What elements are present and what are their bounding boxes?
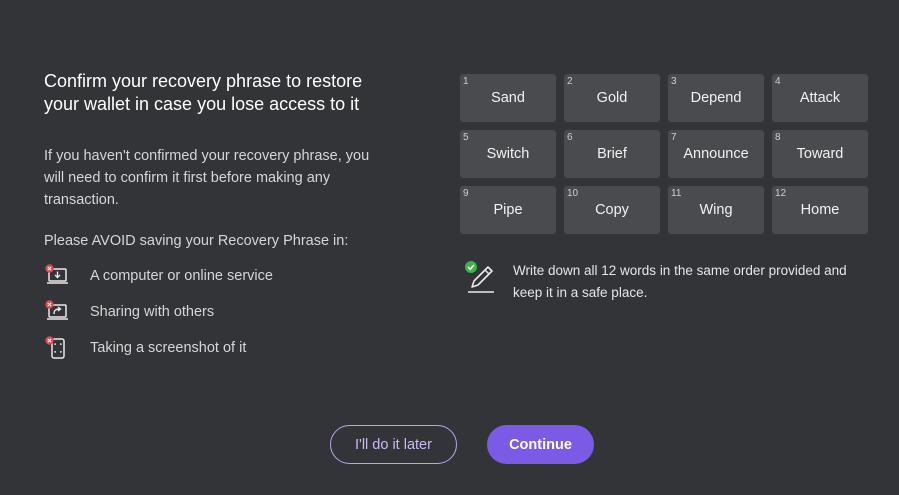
- page-title-line2: your wallet in case you lose access to i…: [44, 94, 360, 114]
- word-tile: 3 Depend: [668, 74, 764, 122]
- avoid-item-label: A computer or online service: [90, 268, 273, 284]
- word-tile: 4 Attack: [772, 74, 868, 122]
- word-tile: 7 Announce: [668, 130, 764, 178]
- word-text: Attack: [799, 90, 841, 106]
- word-text: Pipe: [493, 202, 523, 218]
- page-title-line1: Confirm your recovery phrase to restore: [44, 71, 363, 91]
- word-text: Toward: [796, 146, 844, 162]
- word-tile: 10 Copy: [564, 186, 660, 234]
- avoid-list: A computer or online service Sharing wit…: [44, 258, 414, 366]
- description-line3: transaction.: [44, 192, 119, 208]
- avoid-item-label: Taking a screenshot of it: [90, 340, 247, 356]
- word-number: 9: [463, 188, 469, 199]
- word-tile: 9 Pipe: [460, 186, 556, 234]
- computer-download-icon: [44, 263, 70, 289]
- word-number: 8: [775, 132, 781, 143]
- description: If you haven't confirmed your recovery p…: [44, 145, 414, 211]
- word-number: 1: [463, 76, 469, 87]
- word-text: Gold: [596, 90, 628, 106]
- share-icon: [44, 299, 70, 325]
- write-down-note: Write down all 12 words in the same orde…: [464, 260, 884, 304]
- word-tile: 8 Toward: [772, 130, 868, 178]
- word-tile: 12 Home: [772, 186, 868, 234]
- do-it-later-button[interactable]: I'll do it later: [330, 425, 457, 464]
- continue-button[interactable]: Continue: [487, 425, 594, 464]
- word-number: 10: [567, 188, 579, 199]
- word-text: Switch: [486, 146, 530, 162]
- word-number: 6: [567, 132, 573, 143]
- word-number: 4: [775, 76, 781, 87]
- avoid-item-label: Sharing with others: [90, 304, 215, 320]
- word-text: Depend: [690, 90, 742, 106]
- word-number: 11: [671, 188, 682, 199]
- avoid-item-sharing: Sharing with others: [44, 294, 414, 330]
- recovery-phrase-grid: 1 Sand 2 Gold 3 Depend 4 Attack 5 Switch 6 Bri…: [460, 74, 868, 234]
- avoid-item-computer: A computer or online service: [44, 258, 414, 294]
- info-panel: Confirm your recovery phrase to restore …: [44, 70, 414, 366]
- word-number: 7: [671, 132, 677, 143]
- word-number: 5: [463, 132, 469, 143]
- note-text: Write down all 12 words in the same orde…: [513, 260, 847, 304]
- word-tile: 6 Brief: [564, 130, 660, 178]
- word-tile: 5 Switch: [460, 130, 556, 178]
- word-text: Announce: [683, 146, 749, 162]
- phone-screenshot-icon: [44, 335, 70, 361]
- word-number: 2: [567, 76, 573, 87]
- word-number: 12: [775, 188, 787, 199]
- word-tile: 11 Wing: [668, 186, 764, 234]
- word-text: Copy: [595, 202, 629, 218]
- word-text: Wing: [699, 202, 733, 218]
- description-line1: If you haven't confirmed your recovery p…: [44, 148, 370, 164]
- word-tile: 2 Gold: [564, 74, 660, 122]
- description-line2: will need to confirm it first before mak…: [44, 170, 331, 186]
- avoid-title: Please AVOID saving your Recovery Phrase…: [44, 233, 349, 249]
- note-line2: keep it in a safe place.: [513, 285, 648, 300]
- avoid-item-screenshot: Taking a screenshot of it: [44, 330, 414, 366]
- page-title: Confirm your recovery phrase to restore …: [44, 70, 414, 116]
- word-tile: 1 Sand: [460, 74, 556, 122]
- word-text: Brief: [597, 146, 627, 162]
- word-text: Home: [800, 202, 840, 218]
- pen-check-icon: [464, 260, 500, 296]
- word-text: Sand: [491, 90, 525, 106]
- note-line1: Write down all 12 words in the same orde…: [513, 263, 847, 278]
- word-number: 3: [671, 76, 677, 87]
